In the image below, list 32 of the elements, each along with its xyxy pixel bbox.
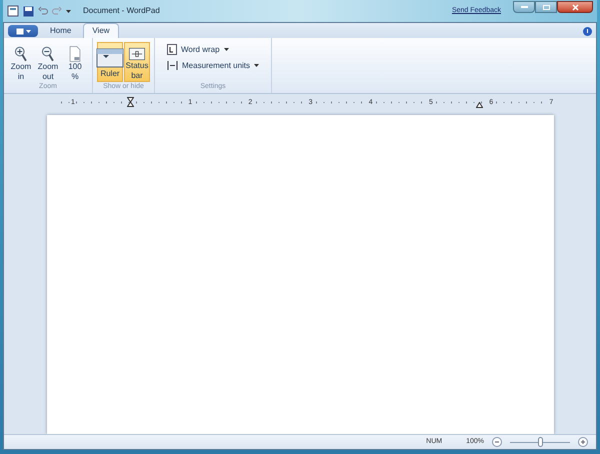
caret-icon <box>66 10 71 12</box>
close-button[interactable] <box>557 1 593 13</box>
ribbon-button[interactable]: Zoom in <box>8 42 34 82</box>
document-icon <box>16 28 24 34</box>
window-title: Document - WordPad <box>83 5 160 17</box>
minimize-button[interactable] <box>513 1 535 13</box>
zoom-in-icon[interactable] <box>578 437 588 447</box>
close-icon <box>572 4 578 10</box>
ribbon-menu-button[interactable]: Word wrap <box>163 42 264 57</box>
indent-marker-icon[interactable] <box>127 97 134 109</box>
caret-icon <box>26 30 30 32</box>
ribbon-tab[interactable]: Home <box>42 23 80 38</box>
undo-icon[interactable] <box>38 6 48 16</box>
application-menu-button[interactable] <box>8 25 38 37</box>
save-icon[interactable] <box>23 6 34 16</box>
zoom-slider[interactable] <box>510 437 570 447</box>
ribbon-button[interactable]: Status bar <box>124 42 150 82</box>
maximize-button[interactable] <box>535 1 557 13</box>
help-icon[interactable] <box>583 27 592 36</box>
caret-icon <box>224 48 229 51</box>
ruler-icon <box>96 47 124 69</box>
word-wrap-icon <box>167 44 177 55</box>
app-icon[interactable] <box>7 5 19 17</box>
ribbon-button[interactable]: Ruler <box>97 42 123 82</box>
ribbon-menu-button[interactable]: Measurement units <box>163 58 264 73</box>
caret-icon <box>254 64 260 67</box>
zoom-out-icon[interactable] <box>492 437 502 447</box>
ribbon-button[interactable]: 100 % <box>62 42 88 82</box>
measurement-icon <box>167 60 178 71</box>
slider-thumb[interactable] <box>538 437 543 447</box>
ribbon-button[interactable]: Zoom out <box>35 42 61 82</box>
ribbon-tab[interactable]: View <box>83 23 119 38</box>
